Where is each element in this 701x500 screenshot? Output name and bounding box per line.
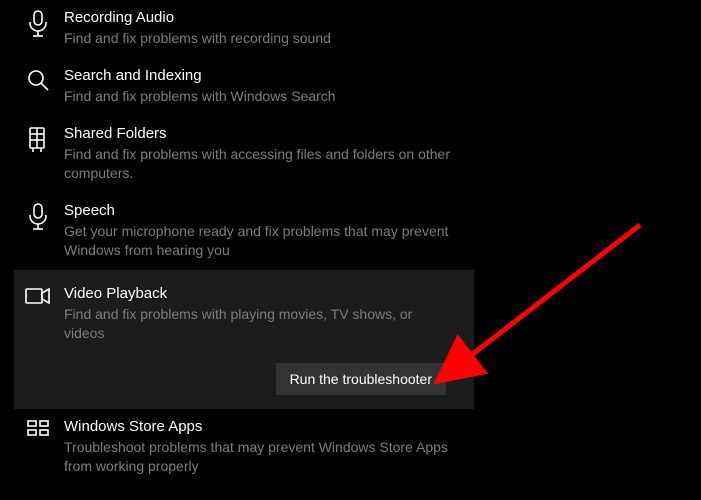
apps-grid-icon xyxy=(22,417,54,439)
item-desc: Find and fix problems with accessing fil… xyxy=(64,145,454,183)
action-row: Run the troubleshooter xyxy=(22,363,460,395)
microphone-icon xyxy=(22,201,54,231)
item-title: Speech xyxy=(64,201,454,221)
item-title: Video Playback xyxy=(64,284,454,304)
troubleshooter-list: Recording Audio Find and fix problems wi… xyxy=(0,0,701,486)
item-desc: Troubleshoot problems that may prevent W… xyxy=(64,438,454,476)
troubleshooter-item-shared-folders[interactable]: Shared Folders Find and fix problems wit… xyxy=(0,116,701,193)
item-desc: Get your microphone ready and fix proble… xyxy=(64,222,454,260)
run-troubleshooter-button[interactable]: Run the troubleshooter xyxy=(276,363,446,395)
video-camera-icon xyxy=(22,284,54,306)
item-title: Search and Indexing xyxy=(64,66,336,86)
troubleshooter-item-speech[interactable]: Speech Get your microphone ready and fix… xyxy=(0,193,701,270)
troubleshooter-item-recording-audio[interactable]: Recording Audio Find and fix problems wi… xyxy=(0,0,701,58)
shared-folder-icon xyxy=(22,124,54,154)
troubleshooter-item-search-indexing[interactable]: Search and Indexing Find and fix problem… xyxy=(0,58,701,116)
item-title: Shared Folders xyxy=(64,124,454,144)
item-title: Windows Store Apps xyxy=(64,417,454,437)
search-icon xyxy=(22,66,54,92)
troubleshooter-item-video-playback[interactable]: Video Playback Find and fix problems wit… xyxy=(14,270,474,409)
microphone-icon xyxy=(22,8,54,38)
item-title: Recording Audio xyxy=(64,8,331,28)
item-desc: Find and fix problems with Windows Searc… xyxy=(64,87,336,106)
item-desc: Find and fix problems with playing movie… xyxy=(64,305,454,343)
troubleshooter-item-windows-store-apps[interactable]: Windows Store Apps Troubleshoot problems… xyxy=(0,409,701,486)
item-desc: Find and fix problems with recording sou… xyxy=(64,29,331,48)
